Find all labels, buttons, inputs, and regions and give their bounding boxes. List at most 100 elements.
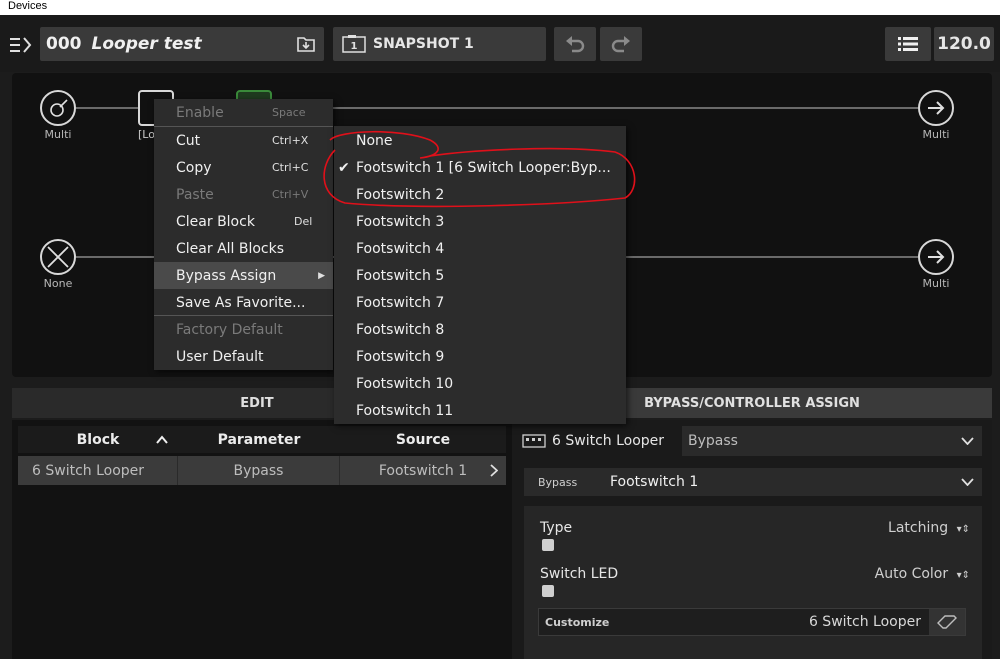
toolbar: 000 Looper test 1 SNAPSHOT 1 120.0 bbox=[0, 15, 1000, 72]
eraser-icon bbox=[937, 615, 957, 629]
switch-led-selector[interactable]: Auto Color ▾⇕ bbox=[875, 566, 970, 582]
menu-item-label: Bypass Assign bbox=[176, 267, 277, 284]
chevron-down-icon bbox=[961, 478, 974, 486]
output-arrow-icon bbox=[928, 101, 945, 115]
bypass-source-row[interactable]: Bypass Footswitch 1 bbox=[524, 468, 982, 496]
menu-item-shortcut: Ctrl+C bbox=[272, 161, 309, 174]
path-1-input-node[interactable] bbox=[40, 90, 76, 126]
menu-item-cut[interactable]: Cut Ctrl+X bbox=[154, 127, 333, 154]
snapshot-label: SNAPSHOT 1 bbox=[373, 36, 474, 52]
submenu-item-label: Footswitch 9 bbox=[356, 348, 445, 365]
assignment-table: Block Parameter Source 6 Switch Looper B… bbox=[12, 420, 512, 659]
menu-item-label: Copy bbox=[176, 159, 212, 176]
menu-item-label: Cut bbox=[176, 132, 201, 149]
save-icon[interactable] bbox=[296, 35, 316, 53]
submenu-item-footswitch-9[interactable]: Footswitch 9 bbox=[334, 343, 626, 370]
submenu-item-none[interactable]: None bbox=[334, 127, 626, 154]
submenu-item-footswitch-8[interactable]: Footswitch 8 bbox=[334, 316, 626, 343]
stepper-icon: ▾⇕ bbox=[956, 570, 970, 581]
menu-item-label: Clear Block bbox=[176, 213, 255, 230]
redo-icon bbox=[611, 36, 630, 53]
column-header-block[interactable]: Block bbox=[18, 426, 178, 453]
menu-item-copy[interactable]: Copy Ctrl+C bbox=[154, 154, 333, 181]
menu-item-shortcut: Ctrl+V bbox=[272, 188, 309, 201]
switch-led-checkbox[interactable] bbox=[542, 585, 554, 597]
submenu-item-label: Footswitch 2 bbox=[356, 186, 445, 203]
table-header: Block Parameter Source bbox=[18, 426, 506, 453]
table-row[interactable]: 6 Switch Looper Bypass Footswitch 1 bbox=[18, 456, 506, 485]
snapshot-icon: 1 bbox=[342, 35, 366, 53]
submenu-item-footswitch-11[interactable]: Footswitch 11 bbox=[334, 397, 626, 424]
menu-item-save-as-favorite[interactable]: Save As Favorite... bbox=[154, 289, 333, 316]
column-header-label: Block bbox=[76, 431, 120, 448]
submenu-item-label: Footswitch 1 [6 Switch Looper:Byp... bbox=[356, 159, 611, 176]
bypass-source-label: Bypass bbox=[538, 475, 578, 489]
menu-item-enable[interactable]: Enable Space bbox=[154, 99, 333, 126]
path-2-output-node[interactable] bbox=[918, 239, 954, 275]
window-title: Devices bbox=[0, 0, 1000, 15]
submenu-item-footswitch-2[interactable]: Footswitch 2 bbox=[334, 181, 626, 208]
svg-text:1: 1 bbox=[351, 41, 358, 52]
menu-item-label: Factory Default bbox=[176, 321, 283, 338]
submenu-item-footswitch-7[interactable]: Footswitch 7 bbox=[334, 289, 626, 316]
menu-item-bypass-assign[interactable]: Bypass Assign ▶ bbox=[154, 262, 333, 289]
menu-item-label: User Default bbox=[176, 348, 264, 365]
path-1-output-node[interactable] bbox=[918, 90, 954, 126]
submenu-item-label: Footswitch 4 bbox=[356, 240, 445, 257]
preset-list-icon[interactable] bbox=[10, 35, 36, 55]
submenu-item-footswitch-1[interactable]: ✔ Footswitch 1 [6 Switch Looper:Byp... bbox=[334, 154, 626, 181]
menu-item-label: Save As Favorite... bbox=[176, 294, 306, 311]
row-parameter: Bypass bbox=[178, 456, 340, 485]
submenu-item-footswitch-4[interactable]: Footswitch 4 bbox=[334, 235, 626, 262]
customize-field[interactable]: Customize 6 Switch Looper bbox=[538, 608, 966, 636]
output-arrow-icon bbox=[928, 250, 945, 264]
bypass-assign-submenu: None ✔ Footswitch 1 [6 Switch Looper:Byp… bbox=[334, 126, 626, 424]
submenu-item-footswitch-5[interactable]: Footswitch 5 bbox=[334, 262, 626, 289]
path-2-output-label: Multi bbox=[922, 277, 950, 290]
preset-selector[interactable]: 000 Looper test bbox=[40, 27, 324, 61]
menu-item-label: Clear All Blocks bbox=[176, 240, 285, 257]
type-checkbox[interactable] bbox=[542, 539, 554, 551]
no-input-icon bbox=[47, 246, 69, 268]
menu-item-clear-block[interactable]: Clear Block Del bbox=[154, 208, 333, 235]
chevron-right-icon[interactable] bbox=[490, 464, 498, 477]
path-1-input-label: Multi bbox=[44, 128, 72, 141]
menu-item-shortcut: Space bbox=[272, 106, 306, 119]
column-header-source[interactable]: Source bbox=[340, 426, 506, 453]
app-window: Devices 000 Looper test 1 SNAPSHOT 1 120… bbox=[0, 0, 1000, 659]
snapshot-selector[interactable]: 1 SNAPSHOT 1 bbox=[333, 27, 546, 61]
menu-item-factory-default[interactable]: Factory Default bbox=[154, 316, 333, 343]
chevron-down-icon bbox=[961, 437, 974, 445]
menu-item-clear-all-blocks[interactable]: Clear All Blocks bbox=[154, 235, 333, 262]
looper-block-label: [Lo bbox=[138, 128, 155, 141]
submenu-item-label: Footswitch 11 bbox=[356, 402, 454, 419]
switch-led-value: Auto Color bbox=[874, 566, 949, 582]
customize-value: 6 Switch Looper bbox=[808, 614, 921, 630]
menu-item-paste[interactable]: Paste Ctrl+V bbox=[154, 181, 333, 208]
tempo-display[interactable]: 120.0 bbox=[934, 27, 994, 61]
parameter-dropdown[interactable]: Bypass bbox=[682, 426, 982, 456]
stepper-icon: ▾⇕ bbox=[956, 524, 970, 535]
row-block: 6 Switch Looper bbox=[18, 456, 178, 485]
menu-item-user-default[interactable]: User Default bbox=[154, 343, 333, 370]
guitar-input-icon bbox=[50, 99, 68, 117]
check-icon: ✔ bbox=[338, 159, 350, 176]
submenu-arrow-icon: ▶ bbox=[318, 270, 325, 281]
bypass-source-value: Footswitch 1 bbox=[610, 474, 699, 490]
preset-number: 000 bbox=[46, 34, 82, 54]
type-selector[interactable]: Latching ▾⇕ bbox=[888, 520, 970, 536]
type-label: Type bbox=[540, 520, 573, 536]
preset-name: Looper test bbox=[91, 34, 202, 54]
undo-button[interactable] bbox=[554, 27, 596, 61]
switch-led-label: Switch LED bbox=[540, 566, 619, 582]
submenu-item-label: Footswitch 3 bbox=[356, 213, 445, 230]
redo-button[interactable] bbox=[600, 27, 642, 61]
column-header-parameter[interactable]: Parameter bbox=[178, 426, 340, 453]
eraser-button[interactable] bbox=[929, 609, 965, 635]
switch-options: Type Latching ▾⇕ Switch LED Auto Color ▾… bbox=[524, 506, 982, 659]
submenu-item-label: Footswitch 7 bbox=[356, 294, 445, 311]
submenu-item-footswitch-3[interactable]: Footswitch 3 bbox=[334, 208, 626, 235]
setlist-button[interactable] bbox=[885, 27, 931, 61]
path-2-input-node[interactable] bbox=[40, 239, 76, 275]
submenu-item-footswitch-10[interactable]: Footswitch 10 bbox=[334, 370, 626, 397]
